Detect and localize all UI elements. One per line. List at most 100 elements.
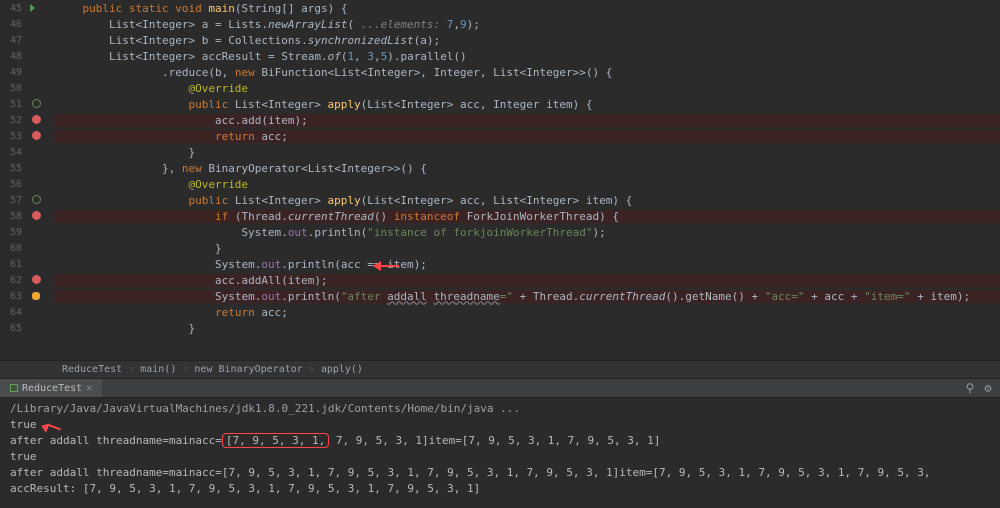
- code-line[interactable]: 45 public static void main(String[] args…: [0, 0, 1000, 16]
- gutter-markers: [26, 224, 54, 240]
- code-line[interactable]: 54 }: [0, 144, 1000, 160]
- code-content[interactable]: }, new BinaryOperator<List<Integer>>() {: [54, 162, 1000, 175]
- code-content[interactable]: acc.add(item);: [54, 114, 1000, 127]
- intention-bulb-icon[interactable]: [32, 292, 40, 300]
- code-content[interactable]: System.out.println(acc == item);: [54, 258, 1000, 271]
- code-line[interactable]: 53 return acc;: [0, 128, 1000, 144]
- code-content[interactable]: }: [54, 146, 1000, 159]
- line-number: 52: [0, 115, 26, 126]
- line-number: 53: [0, 131, 26, 142]
- gutter-markers: [26, 176, 54, 192]
- code-line[interactable]: 63 System.out.println("after addall thre…: [0, 288, 1000, 304]
- gutter-markers: [26, 16, 54, 32]
- breadcrumb-item[interactable]: ReduceTest: [56, 364, 128, 375]
- gutter-markers: [26, 112, 54, 128]
- code-content[interactable]: if (Thread.currentThread() instanceof Fo…: [54, 210, 1000, 223]
- code-content[interactable]: System.out.println("instance of forkjoin…: [54, 226, 1000, 239]
- code-line[interactable]: 64 return acc;: [0, 304, 1000, 320]
- console-line: accResult: [7, 9, 5, 3, 1, 7, 9, 5, 3, 1…: [10, 482, 990, 498]
- code-content[interactable]: }: [54, 242, 1000, 255]
- code-line[interactable]: 60 }: [0, 240, 1000, 256]
- gutter-markers: [26, 320, 54, 336]
- code-content[interactable]: acc.addAll(item);: [54, 274, 1000, 287]
- code-line[interactable]: 59 System.out.println("instance of forkj…: [0, 224, 1000, 240]
- line-number: 62: [0, 275, 26, 286]
- code-content[interactable]: .reduce(b, new BiFunction<List<Integer>,…: [54, 66, 1000, 79]
- breadcrumb-item[interactable]: new BinaryOperator: [188, 364, 308, 375]
- code-line[interactable]: 62 acc.addAll(item);: [0, 272, 1000, 288]
- code-content[interactable]: return acc;: [54, 130, 1000, 143]
- highlight-box: [7, 9, 5, 3, 1,: [222, 433, 329, 448]
- console-panel[interactable]: /Library/Java/JavaVirtualMachines/jdk1.8…: [0, 398, 1000, 508]
- code-line[interactable]: 51 public List<Integer> apply(List<Integ…: [0, 96, 1000, 112]
- breakpoint-icon[interactable]: [32, 131, 41, 140]
- line-number: 47: [0, 35, 26, 46]
- console-line: true: [10, 450, 990, 466]
- close-icon[interactable]: ×: [86, 383, 92, 394]
- code-content[interactable]: System.out.println("after addall threadn…: [54, 290, 1000, 303]
- line-number: 61: [0, 259, 26, 270]
- gear-icon[interactable]: ⚙: [982, 382, 994, 394]
- code-line[interactable]: 65 }: [0, 320, 1000, 336]
- line-number: 55: [0, 163, 26, 174]
- annotation-arrow-icon: [37, 423, 63, 433]
- code-line[interactable]: 56 @Override: [0, 176, 1000, 192]
- line-number: 51: [0, 99, 26, 110]
- code-line[interactable]: 47 List<Integer> b = Collections.synchro…: [0, 32, 1000, 48]
- gutter-markers: [26, 0, 54, 16]
- gutter-markers: [26, 192, 54, 208]
- run-tab-label: ReduceTest: [22, 383, 82, 394]
- code-content[interactable]: public static void main(String[] args) {: [54, 2, 1000, 15]
- code-content[interactable]: List<Integer> b = Collections.synchroniz…: [54, 34, 1000, 47]
- override-gutter-icon[interactable]: [32, 195, 41, 204]
- gutter-markers: [26, 208, 54, 224]
- breadcrumb-item[interactable]: main(): [134, 364, 182, 375]
- code-content[interactable]: @Override: [54, 178, 1000, 191]
- code-content[interactable]: }: [54, 322, 1000, 335]
- line-number: 59: [0, 227, 26, 238]
- gutter-markers: [26, 96, 54, 112]
- line-number: 50: [0, 83, 26, 94]
- breakpoint-icon[interactable]: [32, 211, 41, 220]
- breakpoint-icon[interactable]: [32, 275, 41, 284]
- run-gutter-icon[interactable]: [30, 4, 35, 12]
- gutter-markers: [26, 304, 54, 320]
- breadcrumb-item[interactable]: apply(): [315, 364, 369, 375]
- pin-icon[interactable]: ⚲: [964, 382, 976, 394]
- run-tab[interactable]: ReduceTest ×: [0, 379, 102, 397]
- code-content[interactable]: return acc;: [54, 306, 1000, 319]
- console-line: after addall threadname=mainacc=[7, 9, 5…: [10, 466, 990, 482]
- line-number: 45: [0, 3, 26, 14]
- line-number: 46: [0, 19, 26, 30]
- code-content[interactable]: public List<Integer> apply(List<Integer>…: [54, 98, 1000, 111]
- gutter-markers: [26, 272, 54, 288]
- override-gutter-icon[interactable]: [32, 99, 41, 108]
- code-content[interactable]: List<Integer> accResult = Stream.of(1, 3…: [54, 50, 1000, 63]
- line-number: 60: [0, 243, 26, 254]
- line-number: 63: [0, 291, 26, 302]
- code-editor[interactable]: 45 public static void main(String[] args…: [0, 0, 1000, 360]
- code-line[interactable]: 58 if (Thread.currentThread() instanceof…: [0, 208, 1000, 224]
- line-number: 64: [0, 307, 26, 318]
- line-number: 56: [0, 179, 26, 190]
- code-line[interactable]: 48 List<Integer> accResult = Stream.of(1…: [0, 48, 1000, 64]
- gutter-markers: [26, 48, 54, 64]
- code-content[interactable]: public List<Integer> apply(List<Integer>…: [54, 194, 1000, 207]
- gutter-markers: [26, 128, 54, 144]
- code-content[interactable]: List<Integer> a = Lists.newArrayList( ..…: [54, 18, 1000, 31]
- gutter-markers: [26, 288, 54, 304]
- code-content[interactable]: @Override: [54, 82, 1000, 95]
- gutter-markers: [26, 80, 54, 96]
- code-line[interactable]: 52 acc.add(item);: [0, 112, 1000, 128]
- line-number: 65: [0, 323, 26, 334]
- code-line[interactable]: 55 }, new BinaryOperator<List<Integer>>(…: [0, 160, 1000, 176]
- line-number: 57: [0, 195, 26, 206]
- breakpoint-icon[interactable]: [32, 115, 41, 124]
- code-line[interactable]: 50 @Override: [0, 80, 1000, 96]
- run-tab-bar: ReduceTest × ⚲ ⚙: [0, 378, 1000, 398]
- code-line[interactable]: 61 System.out.println(acc == item);: [0, 256, 1000, 272]
- code-line[interactable]: 57 public List<Integer> apply(List<Integ…: [0, 192, 1000, 208]
- code-line[interactable]: 46 List<Integer> a = Lists.newArrayList(…: [0, 16, 1000, 32]
- line-number: 58: [0, 211, 26, 222]
- code-line[interactable]: 49 .reduce(b, new BiFunction<List<Intege…: [0, 64, 1000, 80]
